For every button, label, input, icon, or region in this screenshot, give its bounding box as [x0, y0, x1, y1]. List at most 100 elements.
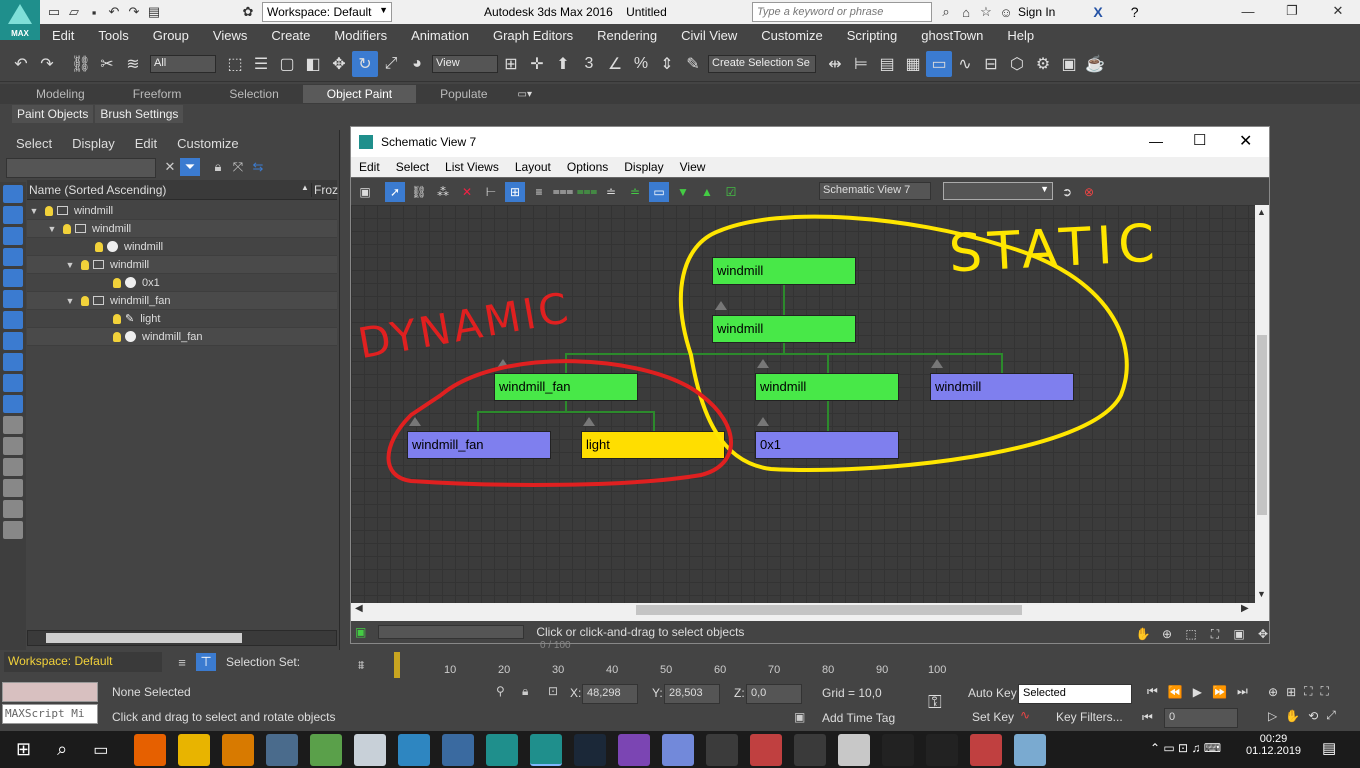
sort-icon[interactable]: [3, 521, 23, 539]
delete-objects-icon[interactable]: ✕: [457, 182, 477, 202]
unity-icon[interactable]: [882, 733, 915, 766]
explorer-hscrollbar[interactable]: [27, 630, 337, 646]
time-tag-icon[interactable]: ▣: [794, 710, 805, 724]
x-coordinate-field[interactable]: 48,298: [582, 684, 638, 704]
maya-icon[interactable]: [486, 733, 519, 766]
display-xrefs-icon[interactable]: [3, 332, 23, 350]
schematic-view-icon[interactable]: ⊟: [978, 51, 1004, 77]
references-mode-icon[interactable]: ⊞: [505, 181, 525, 202]
goto-end-icon[interactable]: ⏭: [1237, 684, 1248, 699]
spinner-snap-icon[interactable]: ⇕: [654, 51, 680, 77]
scale-icon[interactable]: ⤢: [378, 51, 404, 77]
key-mode-dropdown[interactable]: Selected: [1018, 684, 1132, 704]
tree-row[interactable]: ✎ light: [27, 310, 337, 328]
scroll-right-icon[interactable]: ▶: [1241, 603, 1249, 614]
find-icon[interactable]: [3, 500, 23, 518]
sv-menu-view[interactable]: View: [672, 160, 714, 174]
maxscript-listener[interactable]: [2, 682, 98, 702]
lock-icon[interactable]: 🔒︎: [208, 158, 228, 176]
tab-freeform[interactable]: Freeform: [109, 85, 206, 103]
redo-icon[interactable]: ↷: [34, 51, 60, 77]
user-icon[interactable]: ☺: [996, 3, 1016, 21]
menu-create[interactable]: Create: [259, 28, 322, 43]
free-selected-icon[interactable]: ≐: [625, 182, 645, 202]
notepad-icon[interactable]: [310, 733, 343, 766]
select-object-icon[interactable]: ⬚: [222, 51, 248, 77]
z-coordinate-field[interactable]: 0,0: [746, 684, 802, 704]
sv-menu-display[interactable]: Display: [616, 160, 671, 174]
sv-menu-options[interactable]: Options: [559, 160, 616, 174]
invert-display-icon[interactable]: [3, 458, 23, 476]
explorer-menu-edit[interactable]: Edit: [125, 136, 167, 151]
view-name-field[interactable]: Schematic View 7: [819, 182, 931, 200]
scroll-left-icon[interactable]: ◀: [355, 603, 363, 614]
key-mode-icon[interactable]: ⏮: [1142, 710, 1153, 725]
display-frozen-icon[interactable]: [3, 395, 23, 413]
tab-object-paint[interactable]: Object Paint: [302, 85, 417, 103]
app-icon[interactable]: [442, 733, 475, 766]
notification-icon[interactable]: ▤: [1322, 739, 1336, 757]
outlook-icon[interactable]: [222, 733, 255, 766]
layer-explorer-icon[interactable]: ▤: [874, 51, 900, 77]
open-file-icon[interactable]: ▱: [64, 3, 84, 21]
goto-start-icon[interactable]: ⏮: [1147, 684, 1158, 699]
scroll-thumb[interactable]: [636, 605, 1022, 615]
schematic-hscrollbar[interactable]: ◀ ▶: [351, 603, 1255, 617]
new-file-icon[interactable]: ▭: [44, 3, 64, 21]
menu-help[interactable]: Help: [995, 28, 1046, 43]
rect-selection-icon[interactable]: ▢: [274, 51, 300, 77]
hierarchy-mode-icon[interactable]: ⊤: [196, 653, 216, 671]
filter-icon[interactable]: ⏷: [180, 158, 200, 176]
select-by-name-icon[interactable]: ☰: [248, 51, 274, 77]
sv-menu-layout[interactable]: Layout: [507, 160, 559, 174]
display-containers-icon[interactable]: [3, 374, 23, 392]
zoom-region-icon[interactable]: ⬚: [1181, 624, 1201, 644]
explorer-menu-display[interactable]: Display: [62, 136, 125, 151]
app-icon[interactable]: [838, 733, 871, 766]
select-manipulate-icon[interactable]: ✛: [524, 51, 550, 77]
steam-icon[interactable]: [574, 733, 607, 766]
bulb-icon[interactable]: [63, 223, 71, 234]
connect-icon[interactable]: ⛓: [409, 182, 429, 202]
workspace-dropdown[interactable]: Workspace: Default ▼: [262, 2, 392, 22]
hierarchy-icon[interactable]: ⤧: [228, 158, 248, 176]
explorer-column-header[interactable]: Name (Sorted Ascending) ▲ Froz: [27, 180, 338, 200]
maximize-icon[interactable]: ❐: [1268, 2, 1316, 20]
percent-snap-icon[interactable]: %: [628, 51, 654, 77]
free-all-icon[interactable]: ≐: [601, 182, 621, 202]
maxscript-input[interactable]: MAXScript Mi: [2, 704, 98, 724]
play-icon[interactable]: ▶: [1193, 685, 1202, 699]
tab-selection[interactable]: Selection: [205, 85, 302, 103]
schematic-vscrollbar[interactable]: ▲ ▼: [1255, 205, 1269, 603]
tree-row[interactable]: 0x1: [27, 274, 337, 292]
maximize-viewport-icon[interactable]: ⤢: [1326, 708, 1336, 723]
menu-views[interactable]: Views: [201, 28, 259, 43]
sv-menu-edit[interactable]: Edit: [351, 160, 388, 174]
tree-row[interactable]: windmill_fan: [27, 328, 337, 346]
expand-icon[interactable]: ▼: [45, 224, 59, 234]
zoom-to-bookmark-icon[interactable]: ➲: [1057, 182, 1077, 202]
menu-animation[interactable]: Animation: [399, 28, 481, 43]
close-icon[interactable]: ✕: [1239, 131, 1252, 151]
menu-tools[interactable]: Tools: [86, 28, 140, 43]
menu-modifiers[interactable]: Modifiers: [322, 28, 399, 43]
display-geometry-icon[interactable]: [3, 185, 23, 203]
isolate-icon[interactable]: ⚲: [496, 684, 505, 698]
expand-icon[interactable]: ▼: [27, 206, 41, 216]
remove-bookmark-icon[interactable]: ⊗: [1079, 182, 1099, 202]
3dsmax-icon[interactable]: [530, 733, 563, 766]
doc-icon[interactable]: [354, 733, 387, 766]
bulb-icon[interactable]: [113, 331, 121, 342]
orbit-icon[interactable]: ⟲: [1308, 709, 1318, 723]
zoom-selected-icon[interactable]: ▣: [1229, 624, 1249, 644]
selection-filter-dropdown[interactable]: All: [150, 54, 216, 73]
project-folder-icon[interactable]: ▤: [144, 3, 164, 21]
pan-icon[interactable]: ✋: [1133, 624, 1153, 644]
keyboard-shortcut-icon[interactable]: ⬆: [550, 51, 576, 77]
pivot-icon[interactable]: ⊞: [498, 51, 524, 77]
scroll-up-icon[interactable]: ▲: [1257, 207, 1266, 217]
explorer-menu-select[interactable]: Select: [0, 136, 62, 151]
select-icon[interactable]: ➚: [385, 181, 405, 202]
arrange-children-icon[interactable]: ⩶: [553, 182, 574, 202]
move-icon[interactable]: ✥: [326, 51, 352, 77]
